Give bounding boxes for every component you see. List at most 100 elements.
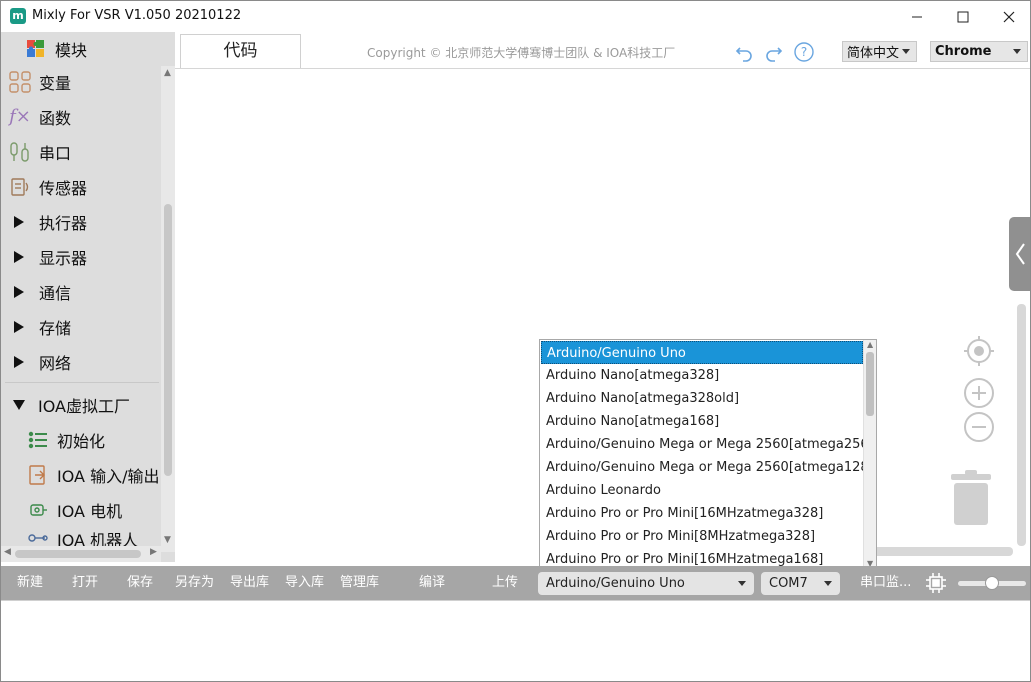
board-select-value: Arduino/Genuino Uno xyxy=(546,576,685,591)
category-actuator[interactable]: 执行器 xyxy=(1,204,161,239)
target-icon xyxy=(964,336,994,366)
board-option[interactable]: Arduino Nano[atmega328] xyxy=(541,364,863,387)
board-option[interactable]: Arduino Pro or Pro Mini[16MHzatmega328] xyxy=(541,502,863,525)
toolbox-header[interactable]: 模块 xyxy=(1,32,161,66)
zoom-out-button[interactable] xyxy=(962,410,996,444)
category-ioa-robot[interactable]: IOA 机器人 xyxy=(1,527,161,547)
toolbox-header-label: 模块 xyxy=(55,41,88,60)
variable-icon xyxy=(7,69,33,95)
toolbox-panel: 模块 变量 f× 函数 串口 传感器 执行器 显示器 通信 存储 网络 IOA虚… xyxy=(1,32,175,562)
category-network[interactable]: 网络 xyxy=(1,344,161,379)
compile-button[interactable]: 编译 xyxy=(419,566,445,600)
board-option[interactable]: Arduino Leonardo xyxy=(541,479,863,502)
open-button[interactable]: 打开 xyxy=(72,566,98,600)
save-button[interactable]: 保存 xyxy=(127,566,153,600)
category-label: 传感器 xyxy=(39,178,88,198)
minimize-button[interactable] xyxy=(894,1,940,32)
new-button[interactable]: 新建 xyxy=(17,566,43,600)
app-logo-icon: m xyxy=(10,8,26,24)
toolbox-vertical-scroll-thumb[interactable] xyxy=(164,204,172,476)
export-library-button[interactable]: 导出库 xyxy=(230,566,269,600)
port-select[interactable]: COM7 xyxy=(761,572,840,595)
help-button[interactable]: ? xyxy=(793,41,815,63)
scroll-down-arrow-icon[interactable]: ▼ xyxy=(164,535,171,545)
robot-icon xyxy=(25,527,51,547)
window-title: Mixly For VSR V1.050 20210122 xyxy=(32,8,242,23)
expand-triangle-icon xyxy=(14,250,24,263)
scroll-right-arrow-icon[interactable]: ▶ xyxy=(150,547,157,557)
chip-icon[interactable] xyxy=(925,572,947,594)
category-label: 存储 xyxy=(39,318,72,338)
scroll-up-arrow-icon[interactable]: ▲ xyxy=(164,68,171,78)
category-variable[interactable]: 变量 xyxy=(1,64,161,99)
category-label: IOA 机器人 xyxy=(57,531,139,547)
close-button[interactable] xyxy=(986,1,1030,32)
chevron-left-icon xyxy=(1015,243,1025,265)
board-dropdown-list[interactable]: Arduino/Genuino Uno Arduino Nano[atmega3… xyxy=(539,339,877,571)
board-option[interactable]: Arduino Pro or Pro Mini[8MHzatmega328] xyxy=(541,525,863,548)
language-select[interactable]: 简体中文 xyxy=(842,41,917,62)
category-label: 通信 xyxy=(39,283,72,303)
title-bar: m Mixly For VSR V1.050 20210122 xyxy=(1,1,1030,32)
category-label: 变量 xyxy=(39,73,72,93)
import-library-button[interactable]: 导入库 xyxy=(285,566,324,600)
redo-button[interactable] xyxy=(763,41,785,63)
zoom-in-button[interactable] xyxy=(962,376,996,410)
board-option[interactable]: Arduino Nano[atmega168] xyxy=(541,410,863,433)
bottom-toolbar: 新建 打开 保存 另存为 导出库 导入库 管理库 编译 上传 Arduino/G… xyxy=(1,566,1030,600)
svg-text:?: ? xyxy=(801,45,807,59)
browser-select[interactable]: Chrome xyxy=(930,41,1028,62)
maximize-button[interactable] xyxy=(940,1,986,32)
trash-can-icon[interactable] xyxy=(949,470,993,526)
category-label: 初始化 xyxy=(57,431,106,451)
save-as-button[interactable]: 另存为 xyxy=(175,566,214,600)
category-ioa-io[interactable]: IOA 输入/输出 xyxy=(1,457,161,492)
close-icon xyxy=(1003,11,1015,22)
function-icon: f× xyxy=(9,106,31,127)
board-option[interactable]: Arduino Nano[atmega328old] xyxy=(541,387,863,410)
redo-icon xyxy=(766,47,783,62)
undo-button[interactable] xyxy=(733,41,755,63)
workspace-horizontal-scrollbar[interactable] xyxy=(871,547,1013,556)
category-ioa-motor[interactable]: IOA 电机 xyxy=(1,492,161,527)
category-label: 执行器 xyxy=(39,213,88,233)
category-communication[interactable]: 通信 xyxy=(1,274,161,309)
toolbox-horizontal-scroll-thumb[interactable] xyxy=(15,550,141,558)
board-option[interactable]: Arduino/Genuino Uno xyxy=(541,341,863,364)
category-serial[interactable]: 串口 xyxy=(1,134,161,169)
category-ioa-factory[interactable]: IOA虚拟工厂 xyxy=(1,387,161,422)
upload-button[interactable]: 上传 xyxy=(492,566,518,600)
port-select-value: COM7 xyxy=(769,576,808,591)
manage-library-button[interactable]: 管理库 xyxy=(340,566,379,600)
chevron-down-icon xyxy=(1013,49,1021,54)
recenter-button[interactable] xyxy=(962,334,996,368)
scroll-left-arrow-icon[interactable]: ◀ xyxy=(4,547,11,557)
scroll-up-arrow-icon[interactable]: ▲ xyxy=(867,340,873,349)
collapse-triangle-icon xyxy=(13,399,25,410)
category-label: 串口 xyxy=(39,143,72,163)
category-label: 显示器 xyxy=(39,248,88,268)
output-console[interactable] xyxy=(1,600,1030,681)
category-display[interactable]: 显示器 xyxy=(1,239,161,274)
board-option[interactable]: Arduino/Genuino Mega or Mega 2560[atmega… xyxy=(541,433,876,456)
puzzle-icon xyxy=(23,36,49,62)
board-list-scroll-thumb[interactable] xyxy=(866,352,874,416)
board-option[interactable]: Arduino/Genuino Mega or Mega 2560[atmega… xyxy=(541,456,876,479)
size-slider-handle[interactable] xyxy=(985,576,999,590)
category-function[interactable]: f× 函数 xyxy=(1,99,161,134)
category-init[interactable]: 初始化 xyxy=(1,422,161,457)
board-select[interactable]: Arduino/Genuino Uno xyxy=(538,572,754,595)
header-divider xyxy=(175,68,1030,69)
category-label: 函数 xyxy=(39,108,72,128)
copyright-text: Copyright © 北京师范大学傅骞博士团队 & IOA科技工厂 xyxy=(367,46,676,60)
workspace-vertical-scrollbar[interactable] xyxy=(1017,304,1026,546)
expand-triangle-icon xyxy=(14,285,24,298)
tab-code[interactable]: 代码 xyxy=(180,34,301,69)
browser-select-value: Chrome xyxy=(935,44,992,59)
sidebar-toggle-button[interactable] xyxy=(1009,217,1030,291)
category-sensor[interactable]: 传感器 xyxy=(1,169,161,204)
serial-monitor-button[interactable]: 串口监... xyxy=(860,566,911,600)
category-storage[interactable]: 存储 xyxy=(1,309,161,344)
zoom-out-icon xyxy=(964,412,994,442)
toolbox-divider xyxy=(5,382,159,383)
